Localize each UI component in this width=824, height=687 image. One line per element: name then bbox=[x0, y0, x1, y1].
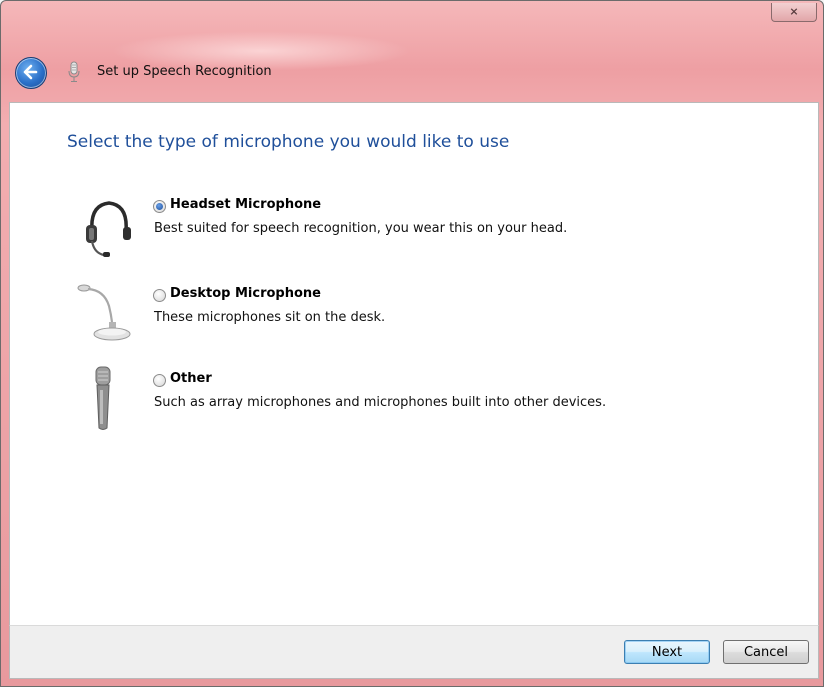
other-description: Such as array microphones and microphone… bbox=[154, 395, 607, 410]
next-button[interactable]: Next bbox=[624, 640, 710, 664]
desktop-microphone-icon bbox=[77, 284, 131, 341]
headset-description: Best suited for speech recognition, you … bbox=[154, 221, 568, 236]
page-heading: Select the type of microphone you would … bbox=[67, 132, 510, 152]
wizard-window: ⨯ Set up Speech Recognition Select the t… bbox=[0, 0, 824, 687]
other-label[interactable]: Other bbox=[170, 371, 212, 386]
content-area: Select the type of microphone you would … bbox=[9, 102, 819, 626]
desktop-label[interactable]: Desktop Microphone bbox=[170, 286, 321, 301]
handheld-microphone-icon bbox=[95, 366, 111, 430]
desktop-description: These microphones sit on the desk. bbox=[154, 310, 386, 325]
headset-radio[interactable] bbox=[153, 200, 166, 213]
desktop-radio[interactable] bbox=[153, 289, 166, 302]
button-bar: Next Cancel bbox=[9, 625, 819, 679]
cancel-button[interactable]: Cancel bbox=[723, 640, 809, 664]
back-button[interactable] bbox=[15, 57, 47, 89]
window-title: Set up Speech Recognition bbox=[97, 64, 272, 79]
close-button[interactable]: ⨯ bbox=[771, 3, 817, 22]
microphone-icon bbox=[68, 61, 80, 82]
headset-icon bbox=[86, 201, 131, 257]
headset-label[interactable]: Headset Microphone bbox=[170, 197, 321, 212]
other-radio[interactable] bbox=[153, 374, 166, 387]
back-arrow-icon bbox=[23, 64, 38, 80]
